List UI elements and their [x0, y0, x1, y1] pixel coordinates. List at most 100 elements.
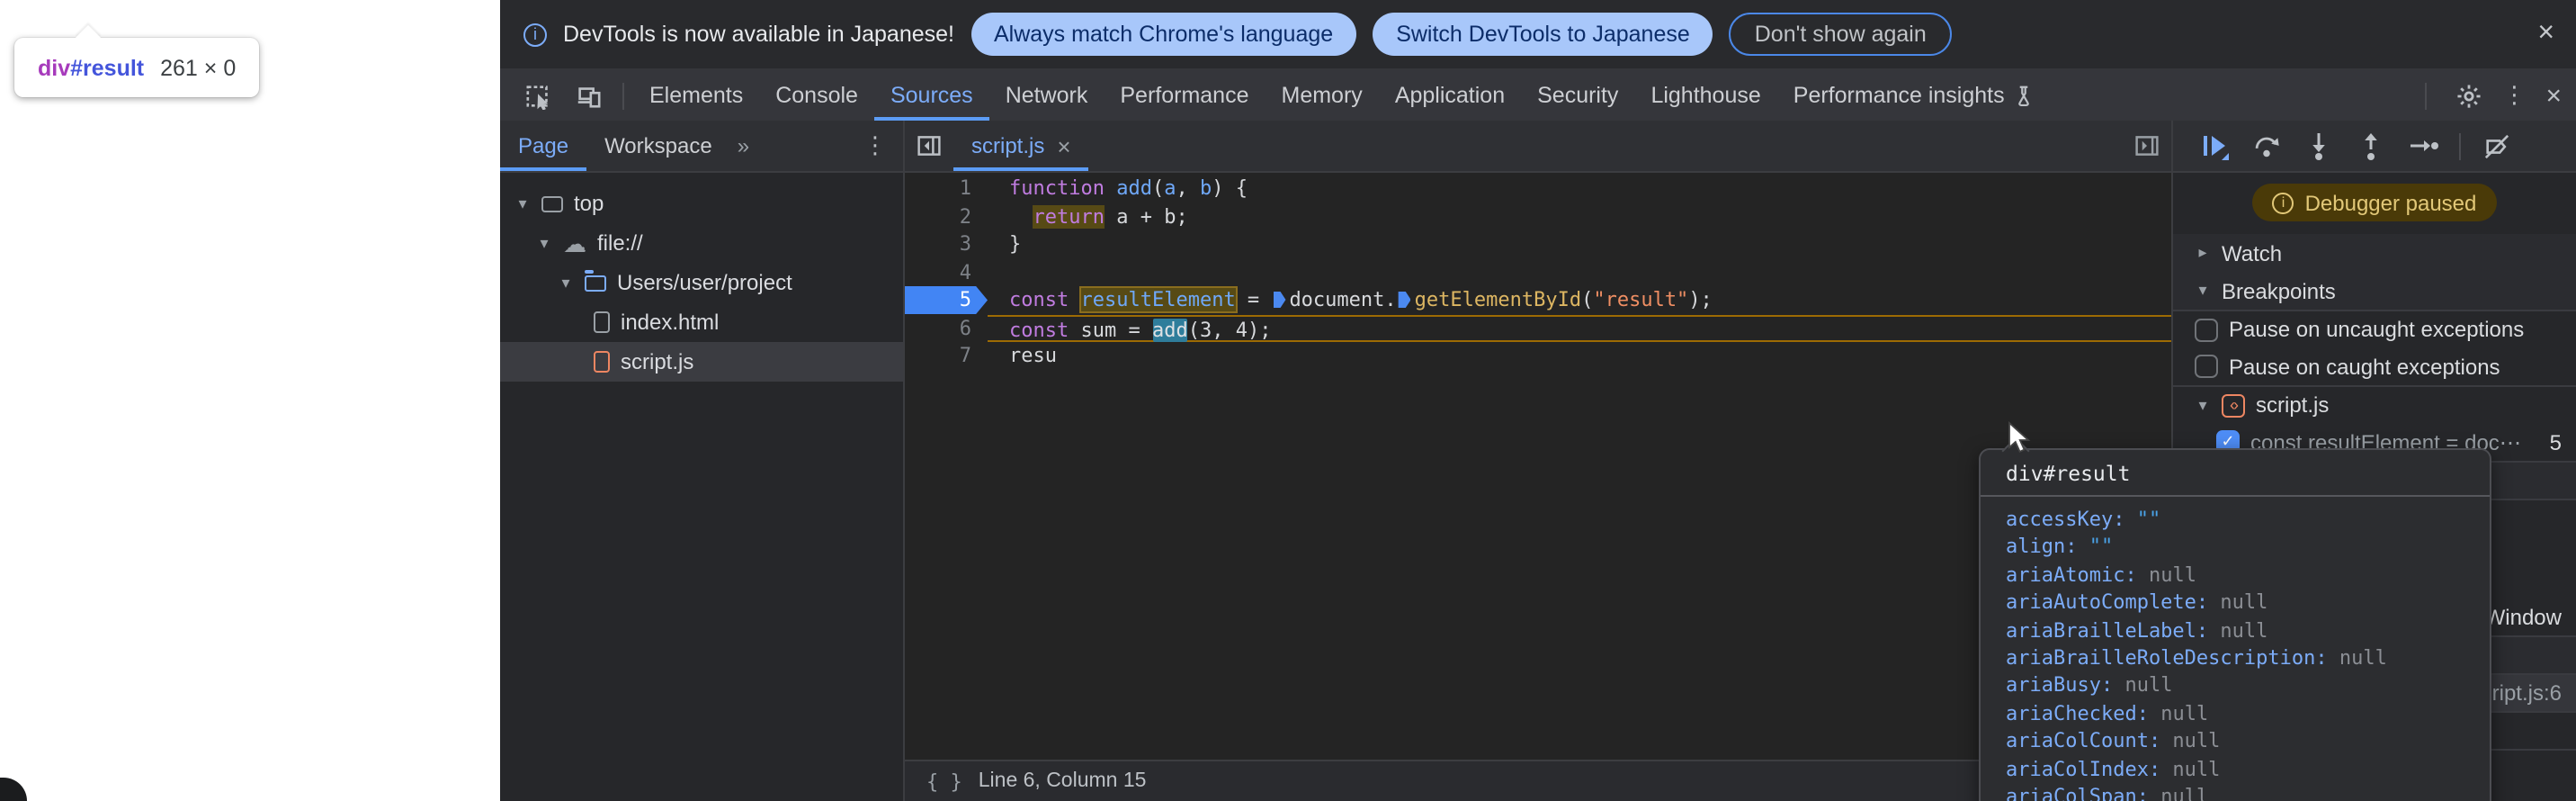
tag-name: div [38, 55, 70, 80]
checkbox-label: Pause on caught exceptions [2229, 354, 2500, 379]
tab-elements[interactable]: Elements [633, 70, 759, 121]
tree-label: Users/user/project [617, 270, 792, 295]
step-into-button[interactable] [2292, 131, 2344, 160]
property-value: "" [2124, 508, 2160, 531]
divider [622, 82, 624, 109]
chevron-down-icon[interactable]: ▾ [514, 194, 531, 213]
section-breakpoints[interactable]: ▾ Breakpoints [2173, 272, 2576, 310]
line-number[interactable]: 7 [905, 342, 988, 370]
deactivate-breakpoints-button[interactable] [2470, 132, 2522, 159]
section-watch[interactable]: ▸ Watch [2173, 234, 2576, 272]
settings-gear-icon[interactable] [2455, 82, 2482, 109]
tab-close-icon[interactable]: × [1057, 133, 1070, 160]
line-number[interactable]: 2 [905, 202, 988, 230]
popup-property: accessKey: "" [2006, 506, 2464, 534]
property-name: ariaAutoComplete: [2006, 590, 2208, 614]
checkbox-label: Pause on uncaught exceptions [2229, 317, 2524, 342]
code-text: } [988, 230, 2171, 258]
tab-application[interactable]: Application [1379, 70, 1521, 121]
popup-property: ariaAutoComplete: null [2006, 589, 2464, 616]
navigator-tab-workspace[interactable]: Workspace [586, 121, 730, 171]
line-number[interactable]: 3 [905, 230, 988, 258]
always-match-language-button[interactable]: Always match Chrome's language [970, 13, 1356, 56]
hide-navigator-icon[interactable] [905, 133, 953, 158]
line-number[interactable]: 6 [905, 314, 988, 342]
element-dimensions: 261 × 0 [160, 55, 236, 80]
navigator-tab-page[interactable]: Page [500, 121, 586, 171]
step-out-button[interactable] [2344, 131, 2396, 160]
tab-performance-insights[interactable]: Performance insights [1777, 70, 2052, 121]
code-token: b [1200, 176, 1212, 200]
tree-item-index-html[interactable]: index.html [500, 302, 903, 342]
popup-property: ariaChecked: null [2006, 699, 2464, 727]
section-label: Watch [2222, 240, 2282, 266]
code-token: ); [1688, 288, 1713, 311]
step-button[interactable] [2396, 133, 2450, 158]
dont-show-again-button[interactable]: Don't show again [1730, 13, 1952, 56]
navigator-kebab-icon[interactable]: ⋮ [863, 131, 903, 160]
code-token: = [1236, 288, 1272, 311]
script-file-icon: ‹› [2222, 393, 2245, 417]
property-value: null [2160, 757, 2220, 780]
resume-script-button[interactable] [2187, 131, 2240, 160]
inspect-element-icon[interactable] [514, 70, 563, 121]
chevron-down-icon[interactable]: ▾ [536, 233, 552, 253]
code-token: (3, 4); [1188, 318, 1272, 341]
checkbox-unchecked[interactable] [2195, 355, 2218, 378]
chevron-down-icon: ▾ [2195, 395, 2211, 415]
tab-sources[interactable]: Sources [874, 70, 989, 121]
code-token: ( [1581, 288, 1593, 311]
inline-breakpoint-icon[interactable] [1273, 292, 1285, 308]
inspected-page: div#result 261 × 0 [0, 0, 500, 801]
property-name: ariaChecked: [2006, 701, 2149, 724]
step-over-button[interactable] [2240, 132, 2292, 159]
editor-tab-script-js[interactable]: script.js × [953, 121, 1089, 171]
property-name: align: [2006, 536, 2078, 559]
code-token: , [1176, 176, 1200, 200]
code-line: 3} [905, 230, 2171, 258]
tab-network[interactable]: Network [989, 70, 1105, 121]
pause-on-caught-row[interactable]: Pause on caught exceptions [2173, 347, 2576, 385]
tab-performance[interactable]: Performance [1104, 70, 1265, 121]
object-preview-popup: div#result accessKey: ""align: ""ariaAto… [1979, 448, 2491, 801]
info-icon: i [523, 22, 547, 46]
switch-to-japanese-button[interactable]: Switch DevTools to Japanese [1373, 13, 1713, 56]
tree-label: file:// [597, 230, 643, 256]
code-text: return a + b; [988, 202, 2171, 230]
popup-title: div#result [1981, 450, 2490, 497]
devtools-close-icon[interactable]: × [2545, 82, 2562, 109]
line-number[interactable]: 4 [905, 258, 988, 286]
pause-on-uncaught-row[interactable]: Pause on uncaught exceptions [2173, 310, 2576, 347]
code-token: const [1009, 288, 1081, 311]
debugger-toolbar [2173, 121, 2576, 173]
navigator-tabbar: Page Workspace » ⋮ [500, 121, 903, 173]
property-name: ariaColIndex: [2006, 757, 2160, 780]
property-value: null [2137, 563, 2196, 587]
tab-memory[interactable]: Memory [1266, 70, 1379, 121]
line-number[interactable]: 1 [905, 175, 988, 202]
breakpoint-file-group[interactable]: ▾ ‹› script.js [2173, 385, 2576, 423]
tree-item-script-js[interactable]: script.js [500, 342, 903, 382]
tree-item-top[interactable]: ▾ top [500, 184, 903, 223]
tab-lighthouse[interactable]: Lighthouse [1634, 70, 1776, 121]
tab-security[interactable]: Security [1521, 70, 1634, 121]
kebab-menu-icon[interactable]: ⋮ [2502, 81, 2526, 110]
show-debugger-sidebar-icon[interactable] [2123, 133, 2171, 158]
checkbox-unchecked[interactable] [2195, 318, 2218, 341]
property-value: null [2208, 590, 2267, 614]
global-value: Window [2485, 604, 2562, 629]
property-name: ariaBrailleRoleDescription: [2006, 646, 2328, 670]
device-toolbar-icon[interactable] [563, 70, 613, 121]
breakpoint-marker[interactable]: 5 [905, 286, 988, 314]
info-icon: i [2273, 192, 2294, 213]
property-value: null [2113, 674, 2172, 698]
frame-icon [541, 195, 563, 212]
tree-item-file-protocol[interactable]: ▾ ☁ file:// [500, 223, 903, 263]
inline-breakpoint-icon[interactable] [1399, 292, 1411, 308]
tab-console[interactable]: Console [759, 70, 874, 121]
notification-close-icon[interactable]: × [2537, 20, 2554, 49]
more-tabs-icon[interactable]: » [738, 133, 749, 158]
pretty-print-icon[interactable]: { } [926, 770, 962, 793]
chevron-down-icon[interactable]: ▾ [558, 273, 574, 292]
tree-item-project-folder[interactable]: ▾ Users/user/project [500, 263, 903, 302]
